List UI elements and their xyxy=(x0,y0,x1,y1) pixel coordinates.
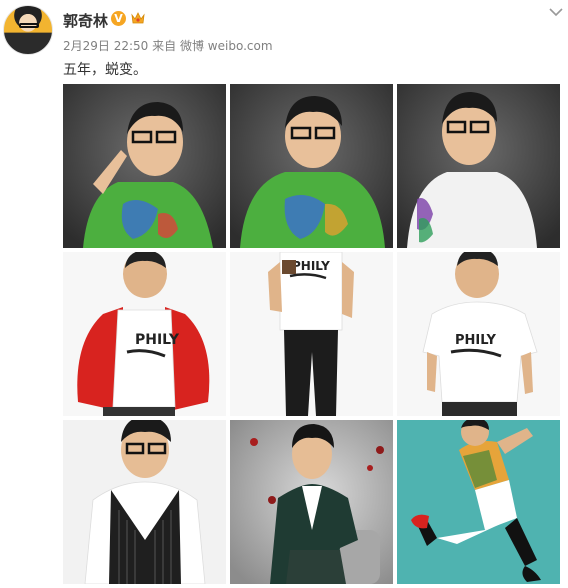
avatar-glasses xyxy=(19,23,39,28)
post-text: 五年，蜕变。 xyxy=(63,62,147,78)
photo-thumbnail[interactable] xyxy=(397,84,560,248)
post-meta: 2月29日 22:50 来自 微博 weibo.com xyxy=(63,37,273,54)
shirt-logo: PHILY xyxy=(135,332,180,348)
photo-thumbnail[interactable] xyxy=(63,84,226,248)
member-medal-icon[interactable] xyxy=(130,11,146,26)
photo-thumbnail[interactable] xyxy=(230,420,393,584)
photo-thumbnail[interactable] xyxy=(230,84,393,248)
source-prefix: 来自 xyxy=(152,39,177,53)
post-source[interactable]: 微博 weibo.com xyxy=(180,39,273,53)
shirt-logo: PHILY xyxy=(455,333,497,348)
photo-thumbnail[interactable]: PHILY xyxy=(63,252,226,416)
shirt-logo: PHILY xyxy=(292,259,330,273)
photo-thumbnail[interactable] xyxy=(397,420,560,584)
verified-badge-icon: V xyxy=(111,11,126,26)
chevron-down-icon[interactable] xyxy=(549,7,563,17)
photo-thumbnail[interactable] xyxy=(63,420,226,584)
photo-thumbnail[interactable]: PHILY xyxy=(397,252,560,416)
username[interactable]: 郭奇林 xyxy=(63,10,108,31)
photo-thumbnail[interactable]: PHILY xyxy=(230,252,393,416)
photo-grid: PHILY PHILY PHILY xyxy=(63,84,560,584)
post-time[interactable]: 2月29日 22:50 xyxy=(63,39,148,53)
avatar[interactable] xyxy=(3,5,53,55)
